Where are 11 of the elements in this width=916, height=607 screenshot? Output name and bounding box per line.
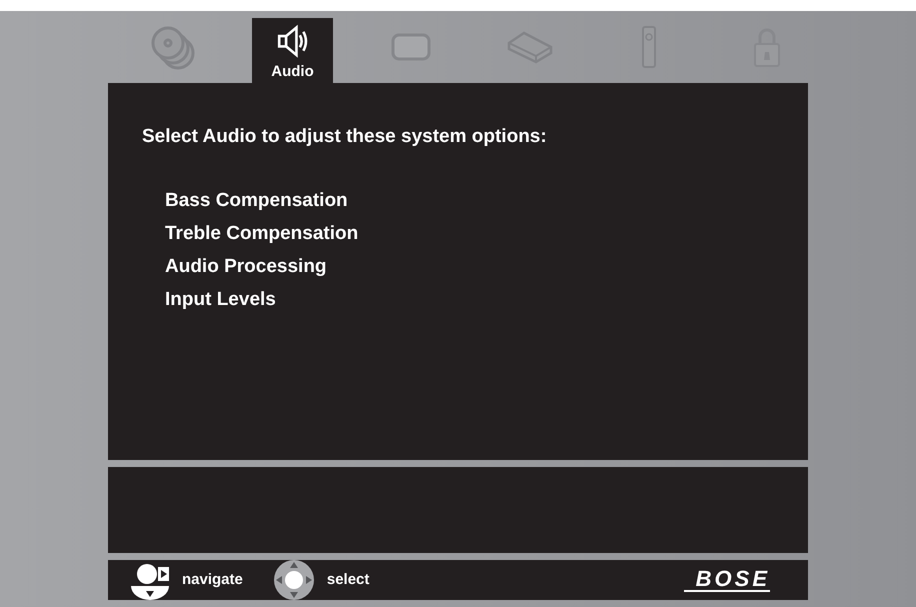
brand-logo: BOSE (684, 568, 770, 592)
screen-icon (391, 32, 432, 62)
hint-label: navigate (182, 570, 243, 590)
hint-label: select (326, 570, 370, 590)
menu-option[interactable]: Treble Compensation (165, 216, 358, 250)
menu-option[interactable]: Bass Compensation (165, 184, 348, 216)
menu-option[interactable]: Input Levels (165, 282, 276, 316)
menu-option[interactable]: Audio Processing (165, 250, 327, 282)
direction-pad-icon (272, 559, 315, 601)
heading: Select Audio to adjust these system options: (142, 125, 548, 149)
menu-tab[interactable]: Audio (252, 18, 334, 83)
